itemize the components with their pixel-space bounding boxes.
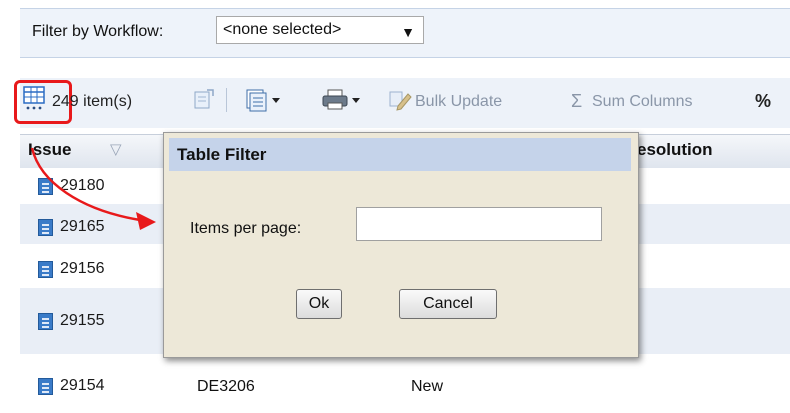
- ok-button[interactable]: Ok: [296, 289, 342, 319]
- filter-by-workflow-label: Filter by Workflow:: [32, 23, 164, 40]
- issue-icon: [38, 219, 53, 236]
- status-cell: New: [411, 378, 444, 395]
- item-count: 249 item(s): [52, 93, 133, 110]
- items-per-page-input[interactable]: [356, 207, 602, 241]
- workflow-select[interactable]: <none selected> ▼: [216, 16, 424, 44]
- issue-column-header[interactable]: Issue: [28, 140, 71, 160]
- issue-icon: [38, 261, 53, 278]
- table-filter-dialog: Table Filter Items per page: Ok Cancel: [163, 132, 639, 358]
- sort-down-icon[interactable]: ▽: [110, 140, 122, 158]
- issue-link[interactable]: 29155: [60, 312, 105, 330]
- table-row: [20, 354, 790, 413]
- toolbar-separator: [226, 88, 227, 112]
- bulk-update-icon[interactable]: [388, 88, 412, 112]
- print-icon[interactable]: [322, 88, 362, 112]
- workflow-select-value: <none selected>: [223, 21, 342, 38]
- issue-icon: [38, 313, 53, 330]
- items-per-page-label: Items per page:: [190, 220, 302, 237]
- cancel-button[interactable]: Cancel: [399, 289, 497, 319]
- sigma-icon: Σ: [571, 91, 583, 111]
- issue-icon: [38, 378, 53, 395]
- resolution-column-header[interactable]: esolution: [637, 140, 713, 160]
- issue-link[interactable]: 29180: [60, 177, 105, 195]
- dialog-title: Table Filter: [169, 138, 631, 171]
- bulk-update-button[interactable]: Bulk Update: [415, 93, 502, 111]
- columns-icon[interactable]: [246, 88, 284, 112]
- export-icon[interactable]: [193, 88, 215, 110]
- table-cell: DE3206: [197, 378, 255, 395]
- issue-icon: [38, 178, 53, 195]
- issue-link[interactable]: 29156: [60, 260, 105, 278]
- issue-link[interactable]: 29154: [60, 377, 105, 395]
- sum-columns-button[interactable]: Sum Columns: [592, 93, 692, 111]
- percent-button[interactable]: %: [755, 91, 771, 112]
- chevron-down-icon: ▼: [401, 24, 415, 40]
- issue-link[interactable]: 29165: [60, 218, 105, 236]
